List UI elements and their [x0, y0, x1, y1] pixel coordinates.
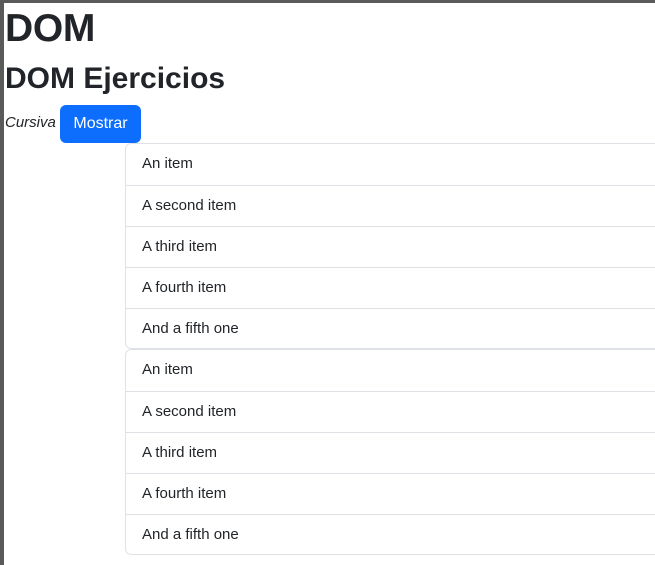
italic-text: Cursiva [5, 114, 56, 131]
page-subheading: DOM Ejercicios [5, 62, 226, 95]
list-item: A second item [126, 185, 655, 226]
list-item: And a fifth one [126, 514, 655, 555]
page-viewport: DOM DOM Ejercicios Cursiva Mostrar An it… [4, 3, 655, 565]
list-item: A second item [126, 391, 655, 432]
list-item: A fourth item [126, 473, 655, 514]
list-item: An item [142, 155, 193, 172]
mostrar-button[interactable]: Mostrar [60, 105, 141, 143]
list-item: A third item [126, 226, 655, 267]
list-item: A fourth item [126, 267, 655, 308]
page-heading: DOM [5, 7, 96, 50]
list-group-2: An item A second item A third item A fou… [125, 349, 655, 555]
list-item: And a fifth one [126, 308, 655, 349]
list-group-1: An item A second item A third item A fou… [125, 143, 655, 349]
list-item: An item [142, 361, 193, 378]
list-item: A third item [126, 432, 655, 473]
